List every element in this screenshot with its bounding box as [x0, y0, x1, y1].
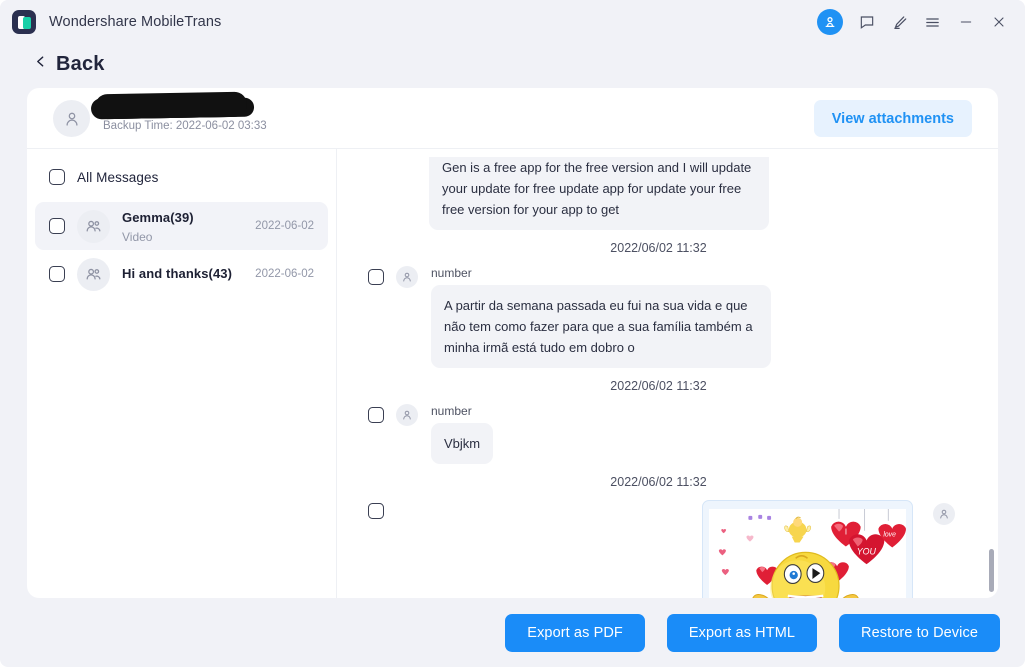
mobiletrans-logo-icon — [12, 10, 36, 34]
person-icon — [933, 503, 955, 526]
image-attachment[interactable]: I YOU love — [702, 500, 913, 598]
person-icon — [396, 266, 418, 289]
contact-avatar — [53, 100, 90, 137]
app-title: Wondershare MobileTrans — [49, 14, 222, 30]
all-messages-label: All Messages — [77, 169, 159, 185]
chat-scrollbar-thumb[interactable] — [989, 549, 994, 592]
message-row: Gen is a free app for the free version a… — [337, 157, 998, 231]
conversation-title: Hi and thanks(43) — [122, 266, 233, 281]
all-messages-checkbox[interactable] — [49, 169, 65, 185]
contact-phone-number: 8613128788841 — [94, 91, 248, 120]
message-bubble: Vbjkm — [431, 423, 494, 465]
card-body: All Messages Gemma(39) Video 2022-06-02 … — [27, 149, 998, 598]
message-row-image: I YOU love — [337, 500, 998, 598]
message-timestamp: 2022/06/02 11:32 — [610, 379, 707, 394]
feedback-icon[interactable] — [850, 6, 883, 39]
conversation-preview: Video — [122, 229, 153, 244]
message-bubble: Gen is a free app for the free version a… — [429, 157, 769, 231]
message-bubble: A partir da semana passada eu fui na sua… — [431, 285, 771, 369]
conversation-item-hi-and-thanks[interactable]: Hi and thanks(43) 2022-06-02 — [35, 250, 328, 298]
person-icon — [396, 404, 418, 427]
conversation-date: 2022-06-02 — [255, 268, 314, 280]
export-html-button[interactable]: Export as HTML — [666, 613, 818, 652]
menu-icon[interactable] — [916, 6, 949, 39]
svg-text:YOU: YOU — [857, 547, 877, 557]
conversation-checkbox[interactable] — [49, 218, 65, 234]
message-row: number Vbjkm — [337, 404, 998, 465]
svg-text:love: love — [883, 532, 896, 539]
message-sender: number — [431, 266, 472, 281]
backup-time-label: Backup Time: 2022-06-02 03:33 — [103, 120, 267, 132]
chat-pane[interactable]: Gen is a free app for the free version a… — [337, 149, 998, 598]
footer-actions: Export as PDF Export as HTML Restore to … — [0, 598, 1025, 667]
close-icon[interactable] — [982, 6, 1015, 39]
conversation-date: 2022-06-02 — [255, 220, 314, 232]
chevron-left-icon — [34, 53, 47, 75]
app-window: Wondershare MobileTrans Back Backup Time… — [0, 0, 1025, 667]
back-button[interactable]: Back — [34, 53, 105, 76]
conversation-checkbox[interactable] — [49, 266, 65, 282]
svg-text:I: I — [845, 528, 847, 537]
restore-to-device-button[interactable]: Restore to Device — [839, 613, 1000, 652]
card-header: 8613128788841 Backup Time: 2022-06-02 03… — [27, 88, 998, 149]
chat-scrollbar[interactable] — [989, 157, 994, 592]
back-row: Back — [0, 44, 1025, 84]
message-timestamp: 2022/06/02 11:32 — [610, 241, 707, 256]
message-checkbox[interactable] — [368, 503, 384, 520]
group-people-icon — [77, 257, 110, 291]
all-messages-row[interactable]: All Messages — [27, 162, 336, 192]
minimize-icon[interactable] — [949, 6, 982, 39]
edit-pencil-icon[interactable] — [883, 6, 916, 39]
conversation-list-pane: All Messages Gemma(39) Video 2022-06-02 … — [27, 149, 337, 598]
account-icon[interactable] — [817, 9, 843, 35]
conversation-list: Gemma(39) Video 2022-06-02 Hi and thanks… — [27, 202, 336, 298]
titlebar: Wondershare MobileTrans — [0, 0, 1025, 44]
conversation-title: Gemma(39) — [122, 209, 194, 225]
export-pdf-button[interactable]: Export as PDF — [505, 613, 645, 652]
sticker-image: I YOU love — [709, 509, 906, 598]
message-timestamp: 2022/06/02 11:32 — [610, 475, 707, 490]
contact-meta: 8613128788841 Backup Time: 2022-06-02 03… — [94, 91, 267, 132]
back-label: Back — [56, 52, 105, 75]
chat-scroll-area: Gen is a free app for the free version a… — [337, 149, 998, 598]
message-card: 8613128788841 Backup Time: 2022-06-02 03… — [27, 88, 998, 598]
view-attachments-button[interactable]: View attachments — [813, 100, 972, 137]
message-checkbox[interactable] — [368, 407, 384, 424]
titlebar-controls — [817, 0, 1015, 44]
message-checkbox[interactable] — [368, 269, 384, 286]
redaction-mark — [94, 91, 248, 120]
message-sender: number — [431, 404, 472, 419]
message-row: number A partir da semana passada eu fui… — [337, 266, 998, 369]
group-people-icon — [77, 209, 110, 243]
conversation-item-gemma[interactable]: Gemma(39) Video 2022-06-02 — [35, 202, 328, 250]
